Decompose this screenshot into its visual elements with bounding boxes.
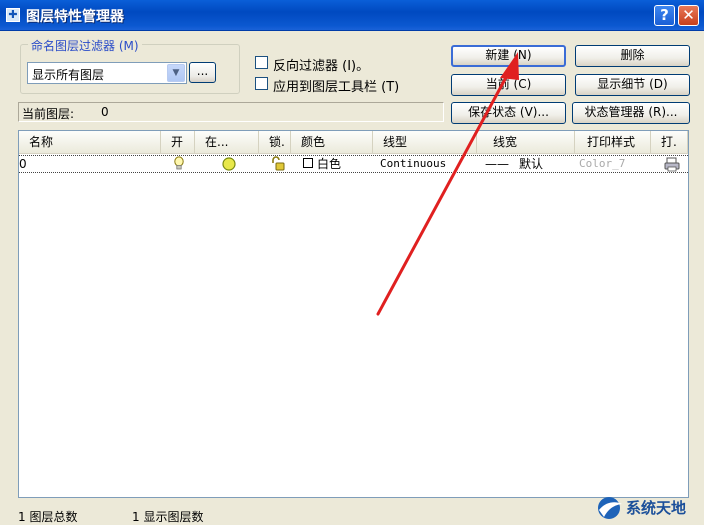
layer-plot-style[interactable]: Color_7	[579, 156, 625, 172]
layer-name[interactable]: 0	[19, 156, 27, 172]
column-header-lineweight[interactable]: 线宽	[477, 131, 575, 153]
layer-linetype[interactable]: Continuous	[380, 156, 446, 172]
sun-icon[interactable]	[221, 156, 237, 172]
state-manager-button[interactable]: 状态管理器 (R)...	[572, 102, 690, 124]
column-header-plot-style[interactable]: 打印样式	[575, 131, 651, 153]
layer-filter-value: 显示所有图层	[32, 68, 105, 82]
filter-browse-button[interactable]: ...	[189, 62, 216, 83]
apply-toolbar-checkbox-row[interactable]: 应用到图层工具栏 (T)	[255, 76, 425, 95]
set-current-button[interactable]: 当前 (C)	[451, 74, 566, 96]
invert-filter-checkbox-row[interactable]: 反向过滤器 (I)。	[255, 55, 395, 74]
printer-icon[interactable]	[664, 156, 680, 172]
invert-filter-checkbox[interactable]	[255, 56, 268, 69]
title-bar[interactable]: ✚ 图层特性管理器 ? ✕	[0, 0, 704, 31]
apply-toolbar-checkbox[interactable]	[255, 77, 268, 90]
layer-list[interactable]: 名称 开 在... 锁. 颜色 线型 线宽 打印样式 打. 0 白色 Conti…	[18, 130, 689, 498]
color-swatch[interactable]	[303, 158, 313, 168]
current-layer-value: 0	[101, 105, 109, 119]
invert-filter-label: 反向过滤器 (I)。	[273, 59, 370, 74]
layer-filter-dropdown[interactable]: 显示所有图层 ▼	[27, 62, 187, 84]
show-details-button[interactable]: 显示细节 (D)	[575, 74, 690, 96]
layer-row[interactable]: 0 白色 Continuous —— 默认 Color_7	[19, 155, 688, 173]
layer-properties-manager-window: ✚ 图层特性管理器 ? ✕ 命名图层过滤器 (M) 显示所有图层 ▼ ... 反…	[0, 0, 704, 524]
column-header-plot[interactable]: 打.	[651, 131, 688, 153]
lineweight-sample: ——	[485, 157, 509, 171]
layer-color-name[interactable]: 白色	[317, 156, 341, 172]
unlocked-padlock-icon[interactable]	[270, 156, 286, 172]
column-header-name[interactable]: 名称	[19, 131, 161, 153]
app-icon: ✚	[6, 8, 20, 22]
watermark-logo-icon	[598, 497, 622, 519]
column-header-freeze[interactable]: 在...	[195, 131, 259, 153]
current-layer-label: 当前图层:	[22, 107, 75, 121]
new-layer-button[interactable]: 新建 (N)	[451, 45, 566, 67]
apply-toolbar-label: 应用到图层工具栏 (T)	[273, 80, 400, 95]
delete-layer-button[interactable]: 删除	[575, 45, 690, 67]
current-layer-field: 当前图层: 0	[18, 102, 444, 122]
save-state-button[interactable]: 保存状态 (V)...	[451, 102, 566, 124]
chevron-down-icon[interactable]: ▼	[167, 64, 185, 82]
watermark-text: 系统天地	[626, 499, 687, 517]
layer-lineweight[interactable]: 默认	[519, 156, 543, 172]
layer-list-header: 名称 开 在... 锁. 颜色 线型 线宽 打印样式 打.	[19, 131, 688, 154]
layer-count-shown: 1 显示图层数	[132, 510, 204, 524]
filter-group-title: 命名图层过滤器 (M)	[28, 37, 142, 54]
layer-count-total: 1 图层总数	[18, 510, 78, 524]
column-header-lock[interactable]: 锁.	[259, 131, 291, 153]
window-title: 图层特性管理器	[26, 9, 124, 25]
close-button[interactable]: ✕	[678, 5, 699, 26]
lightbulb-icon[interactable]	[173, 156, 185, 172]
site-watermark: 系统天地	[596, 494, 702, 522]
help-button[interactable]: ?	[654, 5, 675, 26]
column-header-color[interactable]: 颜色	[291, 131, 373, 153]
column-header-on[interactable]: 开	[161, 131, 195, 153]
column-header-linetype[interactable]: 线型	[373, 131, 477, 153]
